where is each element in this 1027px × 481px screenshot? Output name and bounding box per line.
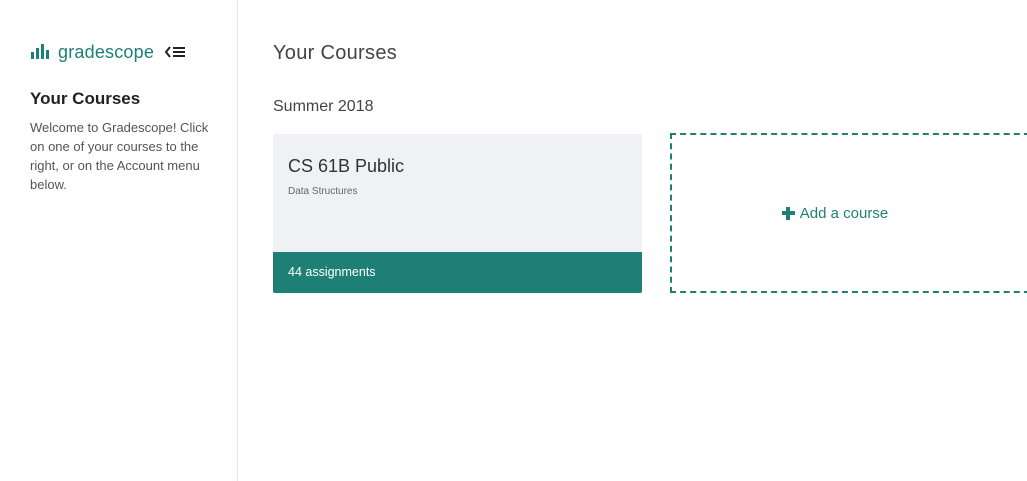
sidebar-description: Welcome to Gradescope! Click on one of y…: [30, 120, 209, 192]
sidebar-title: Your Courses: [30, 89, 141, 108]
collapse-sidebar-button[interactable]: [164, 45, 186, 59]
add-course-label: Add a course: [799, 204, 889, 222]
course-description: Data Structures: [288, 186, 358, 197]
add-course-button[interactable]: Add a course: [670, 133, 1027, 293]
add-course-content: Add a course: [781, 204, 889, 222]
course-name: CS 61B Public: [288, 156, 405, 176]
term-heading: Summer 2018: [273, 98, 374, 115]
plus-icon: [781, 206, 795, 220]
sidebar: gradescope Your Courses Welcome to Grade…: [0, 0, 238, 481]
page-title: Your Courses: [273, 42, 398, 64]
collapse-menu-icon: [164, 46, 186, 58]
course-assignments-count: 44 assignments: [273, 252, 642, 293]
brand-name[interactable]: gradescope: [58, 42, 154, 63]
gradescope-logo-icon: [30, 42, 50, 62]
brand: gradescope: [30, 40, 186, 64]
course-card[interactable]: CS 61B Public Data Structures 44 assignm…: [273, 134, 642, 293]
